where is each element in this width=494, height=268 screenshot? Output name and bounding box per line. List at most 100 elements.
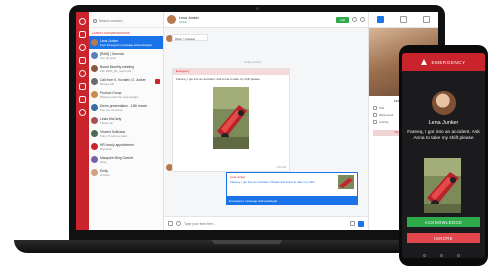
list-item[interactable]: Emily Hi there	[89, 166, 163, 179]
send-button[interactable]	[358, 220, 364, 227]
contact-text: Demo presentation - 12th march See you to…	[100, 104, 155, 112]
contact-last-message: Okay	[100, 159, 107, 164]
profile-row-label: Work email	[379, 113, 393, 117]
tab-more[interactable]	[423, 16, 430, 23]
avatar	[91, 104, 98, 111]
contact-list: Lena Junker Fwd: Emergency message acknow…	[89, 36, 163, 179]
avatar	[91, 39, 98, 46]
call-button[interactable]: Call	[335, 16, 349, 23]
contact-last-message: Sure, I'll call you back	[100, 133, 127, 138]
mic-icon[interactable]	[350, 221, 355, 226]
avatar	[91, 130, 98, 137]
phone-icon[interactable]	[79, 70, 86, 77]
contacts-icon[interactable]	[79, 44, 86, 51]
tab-profile[interactable]	[377, 16, 384, 23]
contact-text: Lena Junker Fwd: Emergency message acknow…	[100, 39, 155, 47]
alarm-icon[interactable]	[79, 96, 86, 103]
chat-contact-status: Online	[179, 19, 188, 24]
message-time: 9:42 AM	[276, 166, 286, 169]
profile-tabs	[369, 12, 438, 28]
phone-screen: EMERGENCY Lena Junker Fareeq, I got into…	[402, 53, 485, 258]
avatar	[91, 156, 98, 163]
contact-text: Call from K. Kovalev, G. Junker Missed ca…	[100, 78, 155, 86]
ignore-button[interactable]: IGNORE	[407, 233, 480, 243]
emergency-text: Fareeq, I got into an accident. Ask Anna…	[176, 77, 260, 81]
chat-header: Lena Junker Online Call	[164, 12, 368, 28]
back-icon[interactable]	[423, 254, 426, 257]
list-item[interactable]: Call from K. Kovalev, G. Junker Missed ca…	[89, 75, 163, 88]
emergency-message-text: Fareeq, I got into an accident. Ask Anna…	[407, 130, 480, 141]
message-bubble: Okay > thanks!	[172, 34, 208, 41]
contact-text: Macquire Ming Garrett Okay	[100, 156, 155, 164]
message-input[interactable]	[184, 221, 347, 226]
avatar[interactable]	[167, 15, 176, 24]
caller-name: Lena Junker	[428, 120, 459, 126]
avatar	[91, 78, 98, 85]
avatar	[91, 52, 98, 59]
list-item[interactable]: Lena Junker Fwd: Emergency message acknow…	[89, 36, 163, 49]
contact-text: [RAM] | General Yes, all good	[100, 52, 155, 60]
phone-frame: EMERGENCY Lena Junker Fareeq, I got into…	[399, 45, 488, 266]
contact-last-message: Hi there	[100, 172, 110, 177]
contact-last-message: Missed call	[100, 81, 114, 86]
reply-text: Fareeq, I got into an accident. Please a…	[230, 180, 315, 184]
search-input[interactable]	[99, 18, 159, 23]
acknowledge-button[interactable]: ACKNOWLEDGE	[407, 217, 480, 227]
contact-last-message: Reminder	[100, 146, 113, 151]
reply-message[interactable]: Lena Junker Fareeq, I got into an accide…	[226, 172, 358, 197]
chat-icon[interactable]	[79, 31, 86, 38]
settings-icon[interactable]	[79, 109, 86, 116]
chat-pane: Lena Junker Online Call Okay > thanks! T…	[164, 12, 368, 230]
list-item[interactable]: HR hourly appointment Reminder	[89, 140, 163, 153]
list-item[interactable]: Macquire Ming Garrett Okay	[89, 153, 163, 166]
more-icon[interactable]	[360, 17, 365, 22]
contact-last-message: See you tomorrow	[100, 107, 123, 112]
avatar	[91, 169, 98, 176]
logo-icon[interactable]	[79, 18, 86, 25]
contact-text: Product Group Please review the new desig…	[100, 91, 155, 99]
list-item[interactable]: Demo presentation - 12th march See you to…	[89, 101, 163, 114]
contacts-panel: Latest conversations Lena JunkerFwd: Eme…	[89, 12, 164, 230]
home-icon[interactable]	[440, 254, 443, 257]
profile-row-label: Title	[379, 106, 385, 110]
contact-text: Linda McCarty Thank you	[100, 117, 155, 125]
list-item[interactable]: [RAM] | General Yes, all good	[89, 49, 163, 62]
info-icon[interactable]	[352, 17, 357, 22]
emergency-message[interactable]: Emergency Fareeq, I got into an accident…	[172, 68, 290, 172]
product-hero: Latest conversations Lena JunkerFwd: Eme…	[0, 0, 494, 268]
contact-text: Vincent Sullivans Sure, I'll call you bac…	[100, 130, 155, 138]
globe-icon	[373, 120, 377, 124]
list-item[interactable]: Board Monthly meeting File: 2020_Q1_repor…	[89, 62, 163, 75]
contact-last-message: Yes, all good	[100, 55, 116, 60]
attach-icon[interactable]	[168, 221, 173, 226]
laptop-screen: Latest conversations Lena JunkerFwd: Eme…	[76, 12, 438, 230]
avatar	[431, 91, 456, 115]
emoji-icon[interactable]	[176, 221, 181, 226]
acknowledged-status: Emergency message acknowledged	[226, 197, 358, 205]
files-icon[interactable]	[79, 83, 86, 90]
warning-icon	[421, 59, 428, 65]
list-item[interactable]: Product Group Please review the new desig…	[89, 88, 163, 101]
message-composer	[164, 216, 368, 230]
calendar-icon[interactable]	[79, 57, 86, 64]
accident-photo[interactable]	[213, 87, 249, 149]
tab-settings[interactable]	[400, 16, 407, 23]
emergency-title: EMERGENCY	[431, 59, 466, 65]
contact-last-message: Fwd: Emergency message acknowledged	[100, 42, 152, 47]
phone-nav-bar	[423, 254, 460, 257]
contact-text: Board Monthly meeting File: 2020_Q1_repor…	[100, 65, 155, 73]
search-icon	[93, 18, 97, 23]
accident-photo[interactable]	[424, 158, 461, 213]
list-item[interactable]: Linda McCarty Thank you	[89, 114, 163, 127]
contact-text: Emily Hi there	[100, 169, 155, 177]
app-rail	[76, 12, 89, 230]
list-item[interactable]: Vincent Sullivans Sure, I'll call you bac…	[89, 127, 163, 140]
profile-row-label: Country	[379, 120, 389, 124]
section-label: Latest conversations	[92, 31, 130, 35]
date-separator: Today at 9:42	[244, 60, 261, 64]
recents-icon[interactable]	[457, 254, 460, 257]
avatar	[91, 91, 98, 98]
avatar	[91, 65, 98, 72]
contact-text: HR hourly appointment Reminder	[100, 143, 155, 151]
contact-last-message: File: 2020_Q1_report.pdf	[100, 68, 132, 73]
